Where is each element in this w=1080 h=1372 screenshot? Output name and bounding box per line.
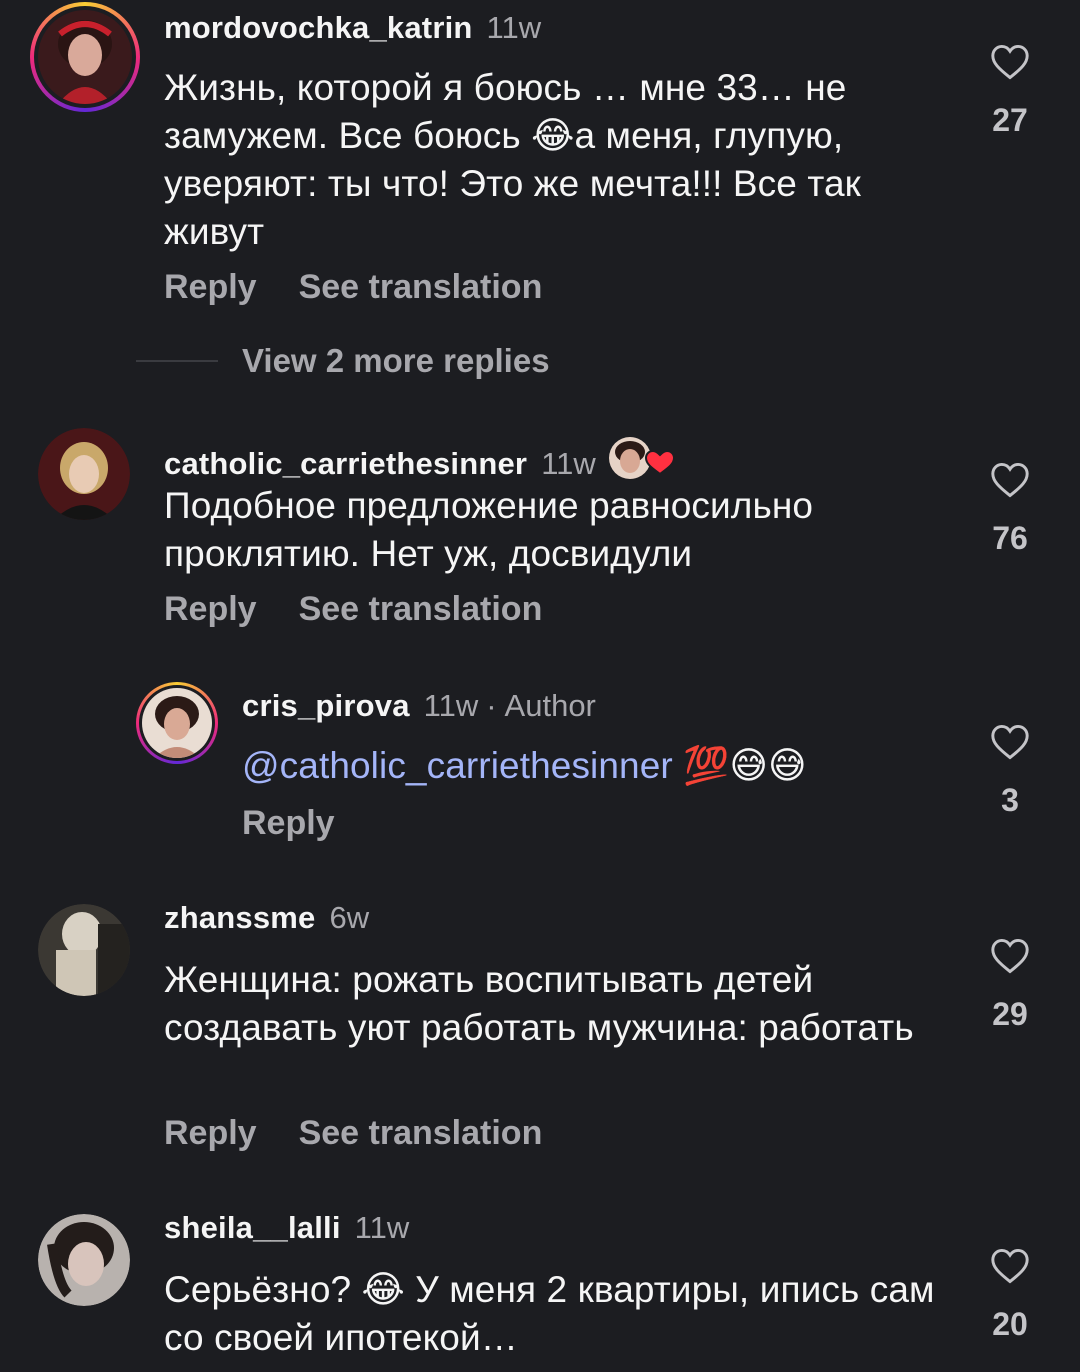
avatar-photo <box>38 904 130 996</box>
like-control: 29 <box>970 938 1050 1033</box>
creator-heart-badge-icon <box>608 436 678 480</box>
avatar-cris-pirova[interactable] <box>136 682 218 764</box>
timestamp: 11w <box>486 10 542 45</box>
comment-text: Подобное предложение равносильно проклят… <box>164 485 814 574</box>
timestamp: 11w <box>423 688 479 723</box>
avatar-photo <box>38 428 130 520</box>
mention-link[interactable]: @catholic_carriethesinner <box>242 745 673 786</box>
like-control: 3 <box>970 724 1050 819</box>
reply-button[interactable]: Reply <box>164 590 257 629</box>
avatar-sheila-lalli[interactable] <box>38 1214 130 1306</box>
comment-text: @catholic_carriethesinner 💯😅😅 <box>242 742 942 790</box>
comment-header: mordovochka_katrin 11w <box>164 10 541 46</box>
comment-text: Жизнь, которой я боюсь … мне 33… не заму… <box>164 67 861 252</box>
comment-actions: Reply See translation <box>164 268 584 307</box>
timestamp: 6w <box>329 900 370 935</box>
comment-actions: Reply See translation <box>164 1114 584 1153</box>
comment-header: catholic_carriethesinner 11w <box>164 428 678 482</box>
like-count: 76 <box>992 520 1028 556</box>
username[interactable]: mordovochka_katrin <box>164 10 473 46</box>
like-count: 3 <box>1001 782 1019 818</box>
heart-outline-icon[interactable] <box>990 44 1030 80</box>
avatar-catholic-carriethesinner[interactable] <box>38 428 130 520</box>
avatar-photo <box>38 10 132 104</box>
like-count: 27 <box>992 102 1028 138</box>
like-count: 20 <box>992 1306 1028 1342</box>
comment-actions: Reply See translation <box>164 590 584 629</box>
comment-header: sheila__lalli 11w <box>164 1210 409 1246</box>
avatar-photo <box>38 1214 130 1306</box>
like-count: 29 <box>992 996 1028 1032</box>
separator-dot: · <box>486 688 497 723</box>
see-translation-button[interactable]: See translation <box>299 268 543 307</box>
comment-header: zhanssme 6w <box>164 900 369 936</box>
comment-header: cris_pirova 11w · Author <box>242 688 596 724</box>
comment-text: Женщина: рожать воспитывать детей создав… <box>164 959 914 1048</box>
avatar-mordovochka-katrin[interactable] <box>30 2 140 112</box>
timestamp: 11w <box>354 1210 410 1245</box>
username[interactable]: catholic_carriethesinner <box>164 446 527 482</box>
heart-outline-icon[interactable] <box>990 462 1030 498</box>
see-translation-button[interactable]: See translation <box>299 590 543 629</box>
avatar-photo <box>142 688 212 758</box>
comment-actions: Reply <box>242 804 377 843</box>
see-translation-button[interactable]: See translation <box>299 1114 543 1153</box>
reply-button[interactable]: Reply <box>242 804 335 843</box>
username[interactable]: cris_pirova <box>242 688 410 724</box>
like-control: 20 <box>970 1248 1050 1343</box>
username[interactable]: sheila__lalli <box>164 1210 341 1246</box>
heart-outline-icon[interactable] <box>990 724 1030 760</box>
view-more-replies[interactable]: View 2 more replies <box>136 342 550 380</box>
comment-emoji-text: 💯😅😅 <box>672 745 807 786</box>
author-label: Author <box>504 688 596 723</box>
avatar-zhanssme[interactable] <box>38 904 130 996</box>
reply-button[interactable]: Reply <box>164 1114 257 1153</box>
divider-line <box>136 360 218 362</box>
username[interactable]: zhanssme <box>164 900 316 936</box>
heart-outline-icon[interactable] <box>990 938 1030 974</box>
timestamp: 11w <box>541 446 596 481</box>
comment-text: Серьёзно? 😂 У меня 2 квартиры, ипись сам… <box>164 1269 935 1358</box>
like-control: 27 <box>970 44 1050 139</box>
heart-outline-icon[interactable] <box>990 1248 1030 1284</box>
like-control: 76 <box>970 462 1050 557</box>
view-more-replies-label[interactable]: View 2 more replies <box>242 342 550 380</box>
reply-button[interactable]: Reply <box>164 268 257 307</box>
